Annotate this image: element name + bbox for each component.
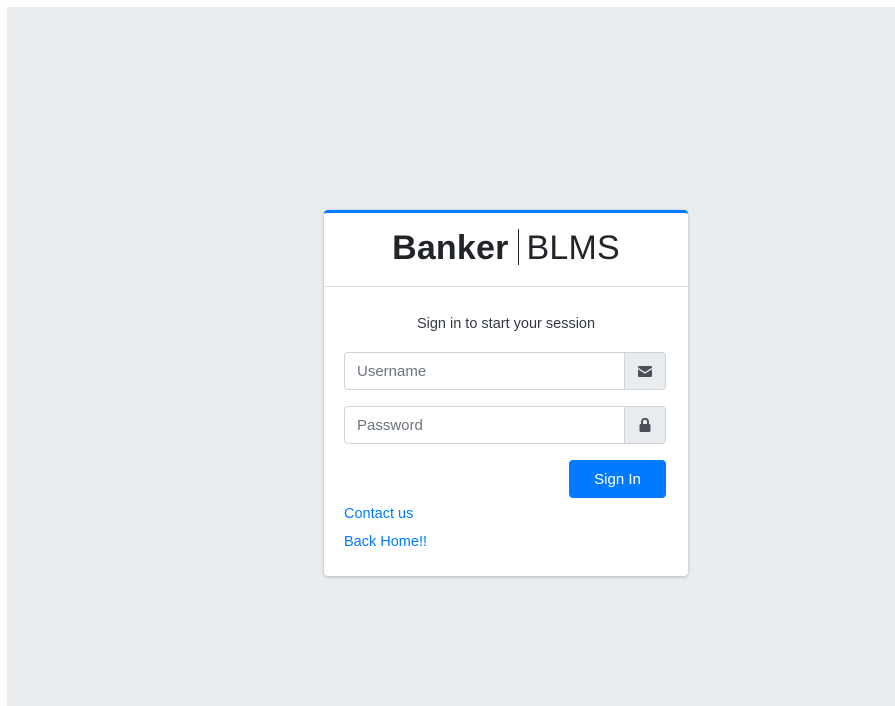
back-home-link[interactable]: Back Home!! xyxy=(344,530,668,554)
brand-name-bold: Banker xyxy=(392,229,509,267)
card-header: Banker BLMS xyxy=(324,213,688,287)
username-group xyxy=(344,352,666,390)
signin-button[interactable]: Sign In xyxy=(569,460,666,498)
brand-logo[interactable]: Banker BLMS xyxy=(392,229,620,268)
card-body: Sign in to start your session Username S… xyxy=(324,314,688,554)
signin-row: Sign In xyxy=(344,460,666,498)
username-addon xyxy=(624,352,666,390)
login-card: Banker BLMS Sign in to start your session xyxy=(324,210,688,576)
links-section: Contact us Back Home!! xyxy=(344,502,668,554)
password-input[interactable] xyxy=(344,406,624,444)
contact-us-link[interactable]: Contact us xyxy=(344,502,668,526)
username-input[interactable] xyxy=(344,352,624,390)
lock-icon xyxy=(639,418,651,432)
password-group xyxy=(344,406,666,444)
login-message: Sign in to start your session xyxy=(416,316,596,332)
envelope-icon xyxy=(638,365,652,377)
brand-separator xyxy=(517,229,519,265)
password-addon xyxy=(624,406,666,444)
brand-name-light: BLMS xyxy=(526,229,620,267)
